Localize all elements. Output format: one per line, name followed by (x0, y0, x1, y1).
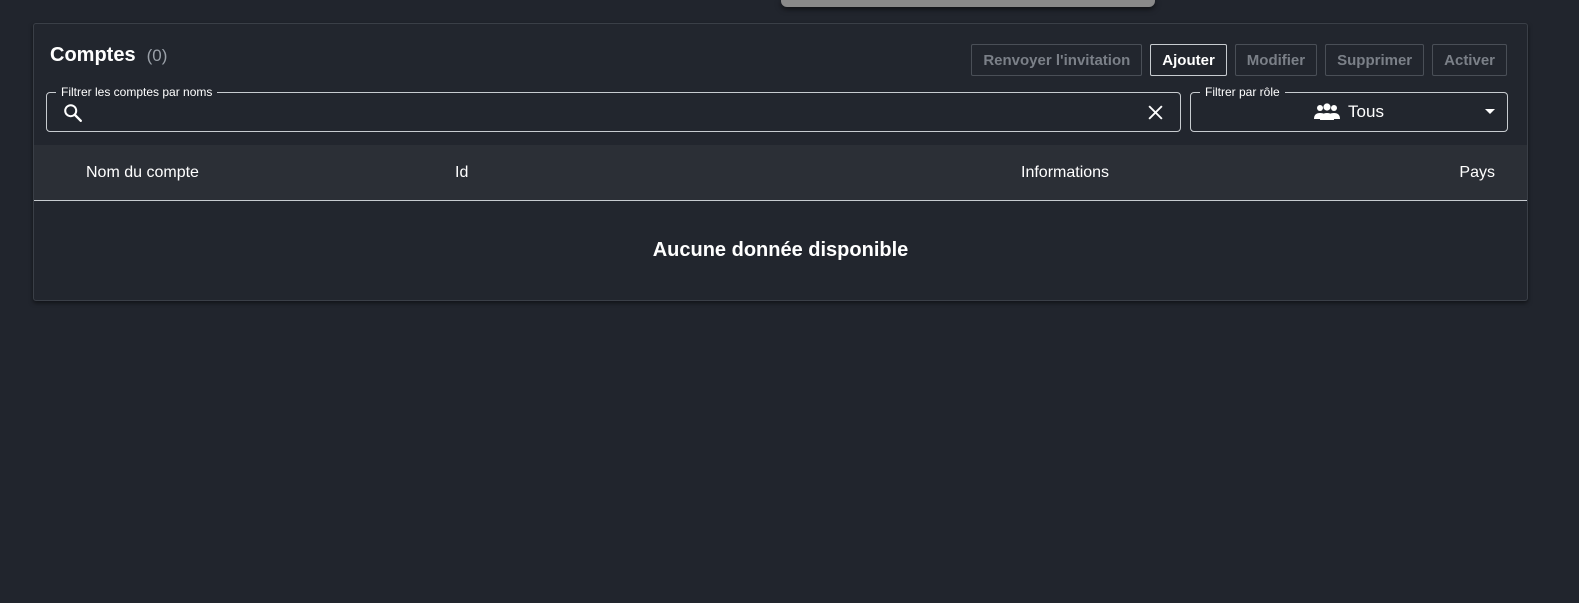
toolbar: Renvoyer l'invitation Ajouter Modifier S… (971, 44, 1507, 76)
add-button[interactable]: Ajouter (1150, 44, 1227, 76)
delete-button[interactable]: Supprimer (1325, 44, 1425, 76)
search-field-label: Filtrer les comptes par noms (56, 85, 218, 99)
group-icon (1314, 103, 1341, 120)
accounts-panel: Comptes (0) Renvoyer l'invitation Ajoute… (33, 23, 1528, 301)
account-count: (0) (146, 46, 168, 65)
page-title: Comptes (50, 44, 136, 66)
role-filter-value: Tous (1348, 102, 1384, 121)
close-icon[interactable] (1147, 104, 1164, 121)
edit-button[interactable]: Modifier (1234, 44, 1318, 76)
search-icon (64, 104, 82, 122)
column-header-account-name[interactable]: Nom du compte (86, 164, 199, 182)
column-header-id[interactable]: Id (455, 164, 468, 182)
resend-invitation-button[interactable]: Renvoyer l'invitation (971, 44, 1143, 76)
chevron-down-icon[interactable] (1485, 109, 1495, 114)
empty-state-message: Aucune donnée disponible (652, 239, 909, 261)
search-input[interactable] (91, 99, 1135, 127)
table-header: Nom du compte Id Informations Pays (34, 145, 1527, 201)
activate-button[interactable]: Activer (1432, 44, 1507, 76)
panel-header: Comptes (0) (50, 44, 167, 67)
top-overlay-bar (781, 0, 1155, 7)
column-header-country[interactable]: Pays (1459, 164, 1495, 182)
column-header-information[interactable]: Informations (1021, 164, 1109, 182)
role-filter-select[interactable]: Filtrer par rôle Tous (1190, 85, 1508, 132)
search-field[interactable]: Filtrer les comptes par noms (46, 85, 1181, 132)
role-filter-value-wrap: Tous (1191, 93, 1507, 131)
